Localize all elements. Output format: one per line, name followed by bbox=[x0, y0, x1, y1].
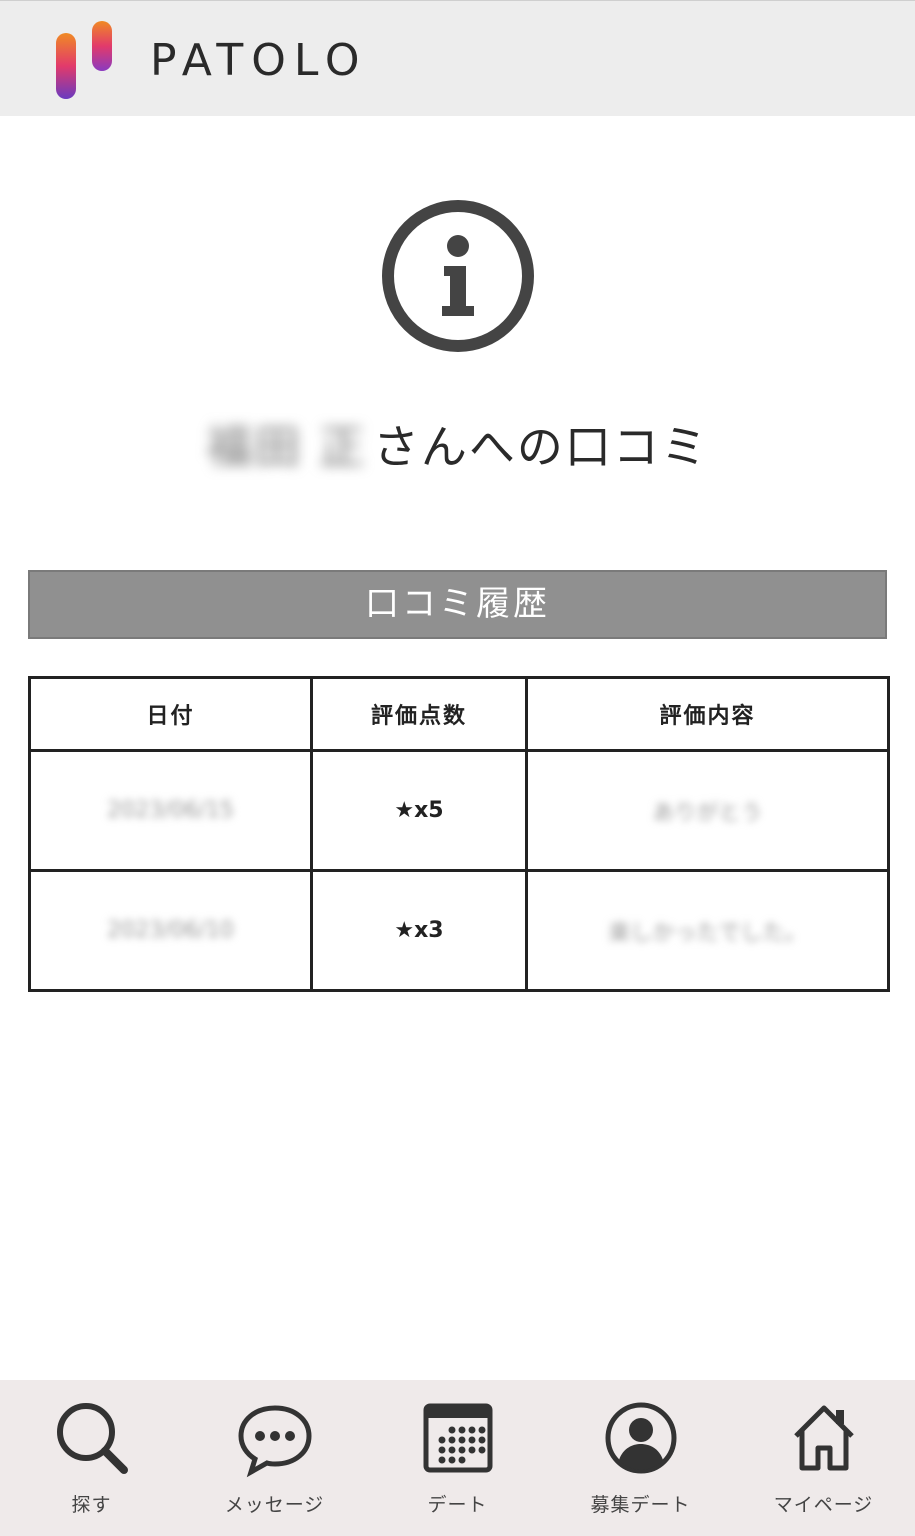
reviewed-user-name: 福田 正 bbox=[206, 420, 367, 474]
column-header-content: 評価内容 bbox=[525, 676, 890, 752]
user-circle-icon bbox=[605, 1402, 676, 1474]
review-rating: ★x5 bbox=[310, 749, 528, 872]
review-history-table: 日付 評価点数 評価内容 2023/06/15 ★x5 ありがとう 2023/0… bbox=[28, 676, 890, 992]
patolo-logo-icon[interactable] bbox=[54, 19, 116, 101]
nav-label-recruit-dates: 募集デート bbox=[590, 1494, 691, 1516]
review-history-header: 口コミ履歴 bbox=[28, 570, 887, 639]
table-header-row: 日付 評価点数 評価内容 bbox=[28, 676, 890, 752]
logo-text[interactable]: PATOLO bbox=[150, 31, 368, 91]
nav-item-recruit-dates[interactable]: 募集デート bbox=[549, 1380, 732, 1536]
nav-item-messages[interactable]: メッセージ bbox=[183, 1380, 366, 1536]
chat-bubble-icon bbox=[237, 1405, 312, 1478]
app-header: PATOLO bbox=[0, 0, 915, 116]
nav-label-messages: メッセージ bbox=[224, 1494, 325, 1516]
bottom-navigation: 探す メッセージ デート 募集デート マイページ bbox=[0, 1380, 915, 1536]
review-date: 2023/06/15 bbox=[28, 749, 313, 872]
review-content: ありがとう bbox=[525, 749, 890, 872]
table-row: 2023/06/15 ★x5 ありがとう bbox=[28, 749, 890, 872]
column-header-rating: 評価点数 bbox=[310, 676, 528, 752]
nav-item-search[interactable]: 探す bbox=[0, 1380, 183, 1536]
nav-item-mypage[interactable]: マイページ bbox=[732, 1380, 915, 1536]
info-icon bbox=[382, 200, 534, 352]
table-row: 2023/06/10 ★x3 楽しかったでした。 bbox=[28, 869, 890, 992]
review-rating: ★x3 bbox=[310, 869, 528, 992]
review-date: 2023/06/10 bbox=[28, 869, 313, 992]
review-content: 楽しかったでした。 bbox=[525, 869, 890, 992]
page-title-suffix: さんへの口コミ bbox=[372, 420, 709, 474]
nav-label-dates: デート bbox=[427, 1494, 488, 1516]
nav-label-search: 探す bbox=[71, 1494, 112, 1516]
calendar-icon bbox=[423, 1403, 492, 1473]
nav-item-dates[interactable]: デート bbox=[366, 1380, 549, 1536]
search-icon bbox=[56, 1403, 128, 1474]
nav-label-mypage: マイページ bbox=[773, 1494, 874, 1516]
page-title: 福田 正さんへの口コミ bbox=[0, 412, 915, 482]
home-icon bbox=[793, 1405, 854, 1471]
column-header-date: 日付 bbox=[28, 676, 313, 752]
